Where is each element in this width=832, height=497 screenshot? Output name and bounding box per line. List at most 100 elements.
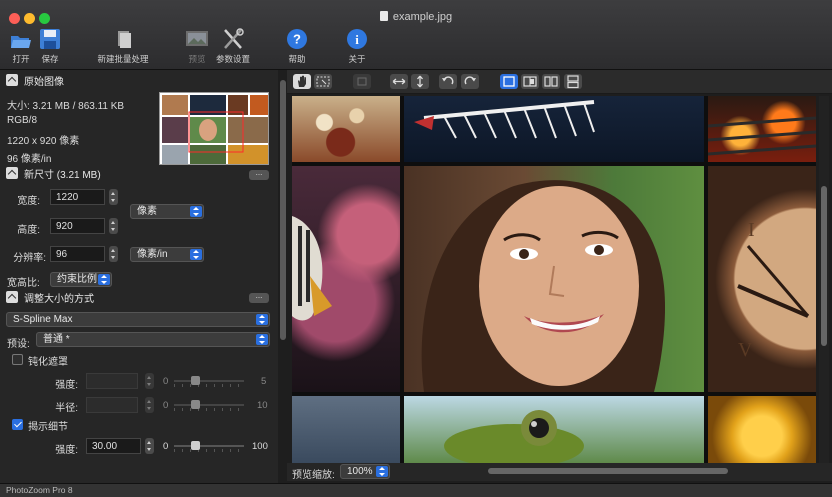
stacked-view-button[interactable] bbox=[564, 74, 582, 89]
single-view-button[interactable] bbox=[500, 74, 518, 89]
unsharp-strength-label: 强度: bbox=[55, 380, 78, 391]
rotate-left-button[interactable] bbox=[439, 74, 457, 89]
stacked-view-icon bbox=[567, 75, 579, 89]
height-stepper[interactable] bbox=[109, 218, 118, 234]
slider-knob[interactable] bbox=[191, 400, 200, 409]
document-icon bbox=[379, 11, 388, 21]
unsharp-strength-slider[interactable] bbox=[174, 375, 244, 387]
aspect-ratio-popup[interactable]: 约束比例 bbox=[50, 272, 112, 287]
settings-button[interactable]: 参数设置 bbox=[203, 28, 263, 65]
popup-arrows-icon bbox=[190, 249, 202, 260]
unsharp-radius-label: 半径: bbox=[55, 403, 78, 414]
width-input[interactable]: 1220 bbox=[50, 189, 105, 205]
disclosure-icon[interactable] bbox=[6, 74, 18, 86]
single-view-icon bbox=[503, 76, 515, 87]
unsharp-strength-input[interactable] bbox=[86, 373, 138, 389]
svg-text:I: I bbox=[748, 219, 755, 241]
resize-method-popup[interactable]: S-Spline Max bbox=[6, 312, 270, 327]
fit-height-icon bbox=[417, 75, 423, 88]
unsharp-mask-checkbox[interactable] bbox=[12, 354, 23, 365]
width-label: 宽度: bbox=[17, 196, 40, 207]
side-by-side-icon bbox=[544, 76, 558, 87]
unsharp-radius-input[interactable] bbox=[86, 397, 138, 413]
detail-strength-slider[interactable] bbox=[174, 440, 244, 452]
fit-height-button[interactable] bbox=[411, 74, 429, 89]
scrollbar-thumb[interactable] bbox=[280, 80, 286, 340]
frog-tile bbox=[404, 396, 704, 463]
scrollbar-thumb[interactable] bbox=[821, 186, 827, 346]
status-bar: PhotoZoom Pro 8 bbox=[0, 483, 832, 497]
resize-more-button[interactable]: ... bbox=[249, 292, 269, 303]
rotate-right-icon bbox=[464, 76, 476, 85]
portrait-tile bbox=[404, 166, 704, 392]
fit-width-button[interactable] bbox=[390, 74, 408, 89]
disclosure-icon[interactable] bbox=[6, 291, 18, 303]
split-view-icon bbox=[523, 76, 537, 87]
reveal-detail-checkbox[interactable] bbox=[12, 419, 23, 430]
original-more-button[interactable]: ... bbox=[249, 169, 269, 180]
preview-zoom-popup[interactable]: 100% bbox=[340, 464, 390, 479]
help-button[interactable]: ? 帮助 bbox=[267, 28, 327, 65]
new-batch-button[interactable]: 新建批量处理 bbox=[93, 28, 153, 65]
svg-text:i: i bbox=[355, 32, 359, 47]
original-size-text: 大小: 3.21 MB / 863.11 KB bbox=[7, 101, 125, 112]
settings-panel-scrollbar[interactable] bbox=[279, 70, 287, 484]
popup-arrows-icon bbox=[190, 206, 202, 217]
resize-method-section-header[interactable]: 调整大小的方式 bbox=[6, 290, 94, 305]
width-stepper[interactable] bbox=[109, 189, 118, 205]
hand-tool-button[interactable] bbox=[293, 74, 311, 89]
preset-label: 预设: bbox=[7, 339, 30, 350]
original-dimensions-text: 1220 x 920 像素 bbox=[7, 136, 80, 147]
unsharp-strength-min: 0 bbox=[163, 376, 169, 387]
reveal-detail-label: 揭示细节 bbox=[28, 422, 68, 433]
rotate-left-icon bbox=[442, 76, 454, 85]
height-input[interactable]: 920 bbox=[50, 218, 105, 234]
detail-strength-label: 强度: bbox=[55, 445, 78, 456]
original-image-section-header[interactable]: 原始图像 bbox=[6, 73, 64, 88]
preview-horizontal-scrollbar[interactable] bbox=[488, 468, 728, 474]
batch-icon bbox=[111, 28, 135, 50]
preview-image[interactable]: I V bbox=[292, 96, 816, 463]
original-resolution-text: 96 像素/in bbox=[7, 154, 52, 165]
disclosure-icon[interactable] bbox=[6, 167, 18, 179]
height-label: 高度: bbox=[17, 225, 40, 236]
preview-toolbar bbox=[287, 70, 832, 94]
crop-select-icon bbox=[316, 76, 330, 87]
preset-popup[interactable]: 普通 * bbox=[36, 332, 270, 347]
resolution-input[interactable]: 96 bbox=[50, 246, 105, 262]
popup-arrows-icon bbox=[256, 334, 268, 345]
unsharp-radius-max: 10 bbox=[257, 400, 268, 411]
tools-icon bbox=[221, 28, 245, 50]
preview-vertical-scrollbar[interactable] bbox=[819, 96, 829, 463]
about-button[interactable]: i 关于 bbox=[327, 28, 387, 65]
coral-fish-tile bbox=[292, 166, 400, 392]
help-icon: ? bbox=[285, 28, 309, 50]
slider-knob[interactable] bbox=[191, 441, 200, 450]
crop-tool-button[interactable] bbox=[353, 74, 371, 89]
side-by-side-view-button[interactable] bbox=[542, 74, 560, 89]
unsharp-radius-min: 0 bbox=[163, 400, 169, 411]
clock-tile: I V bbox=[708, 166, 816, 392]
food-tile bbox=[292, 96, 400, 162]
color-mode-text: RGB/8 bbox=[7, 115, 38, 126]
unsharp-strength-max: 5 bbox=[261, 376, 267, 387]
unsharp-radius-stepper[interactable] bbox=[145, 397, 154, 413]
preview-zoom-label: 预览缩放: bbox=[292, 470, 335, 481]
slider-knob[interactable] bbox=[191, 376, 200, 385]
split-view-button[interactable] bbox=[521, 74, 539, 89]
detail-strength-stepper[interactable] bbox=[145, 438, 154, 454]
resolution-unit-popup[interactable]: 像素/in bbox=[130, 247, 204, 262]
fire-tile bbox=[708, 96, 816, 162]
unsharp-strength-stepper[interactable] bbox=[145, 373, 154, 389]
detail-strength-input[interactable]: 30.00 bbox=[86, 438, 141, 454]
unsharp-mask-label: 钝化遮罩 bbox=[28, 357, 68, 368]
resolution-stepper[interactable] bbox=[109, 246, 118, 262]
image-thumbnail[interactable] bbox=[159, 92, 269, 165]
new-size-section-header[interactable]: 新尺寸 (3.21 MB) bbox=[6, 166, 101, 181]
selection-tool-button[interactable] bbox=[314, 74, 332, 89]
size-unit-popup[interactable]: 像素 bbox=[130, 204, 204, 219]
save-button[interactable]: 保存 bbox=[20, 28, 80, 65]
rotate-right-button[interactable] bbox=[461, 74, 479, 89]
unsharp-radius-slider[interactable] bbox=[174, 399, 244, 411]
resolution-label: 分辨率: bbox=[13, 253, 46, 264]
